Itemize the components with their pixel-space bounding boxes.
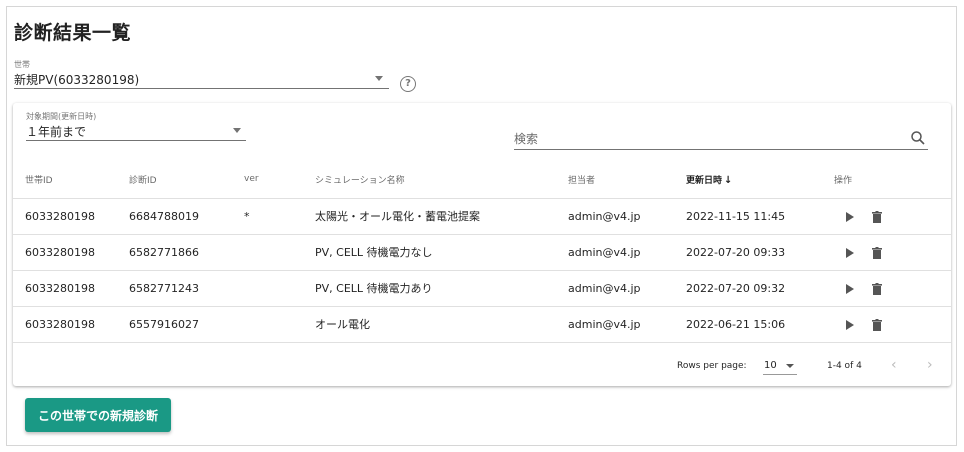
cell-updated: 2022-06-21 15:06: [686, 306, 834, 343]
cell-simulation-name: PV, CELL 待機電力あり: [315, 270, 568, 307]
chevron-left-icon[interactable]: ‹: [891, 357, 897, 373]
table-row[interactable]: 6033280198 6557916027 オール電化 admin@v4.jp …: [13, 306, 951, 343]
search-input[interactable]: 検索: [514, 130, 538, 147]
trash-icon[interactable]: [871, 318, 882, 331]
table-row[interactable]: 6033280198 6684788019 * 太陽光・オール電化・蓄電池提案 …: [13, 198, 951, 235]
cell-household-id: 6033280198: [13, 234, 129, 271]
chevron-down-icon[interactable]: [233, 128, 241, 133]
cell-ver: [244, 306, 315, 343]
search-icon[interactable]: [910, 130, 926, 146]
page-title: 診断結果一覧: [14, 22, 132, 44]
period-select[interactable]: １年前まで: [26, 123, 86, 140]
results-card: 対象期間(更新日時) １年前まで 検索 世帯ID 診断ID ver シミュレーシ…: [13, 103, 951, 386]
cell-updated: 2022-07-20 09:33: [686, 234, 834, 271]
chevron-down-icon[interactable]: [375, 76, 383, 81]
rows-per-page-underline: [763, 374, 797, 375]
cell-household-id: 6033280198: [13, 198, 129, 235]
trash-icon[interactable]: [871, 282, 882, 295]
chevron-down-icon[interactable]: [786, 364, 794, 368]
period-label: 対象期間(更新日時): [26, 112, 97, 121]
column-ver[interactable]: ver: [244, 161, 315, 199]
cell-owner: admin@v4.jp: [568, 234, 686, 271]
cell-owner: admin@v4.jp: [568, 306, 686, 343]
play-icon[interactable]: [846, 211, 854, 222]
cell-owner: admin@v4.jp: [568, 270, 686, 307]
rows-per-page-label: Rows per page:: [677, 361, 747, 371]
rows-per-page-select[interactable]: 10: [764, 360, 777, 371]
cell-actions: [834, 234, 951, 271]
cell-diagnosis-id: 6557916027: [129, 306, 244, 343]
table-row[interactable]: 6033280198 6582771243 PV, CELL 待機電力あり ad…: [13, 270, 951, 307]
column-simulation-name[interactable]: シミュレーション名称: [315, 161, 568, 199]
cell-simulation-name: オール電化: [315, 306, 568, 343]
new-diagnosis-button[interactable]: この世帯での新規診断: [25, 398, 171, 432]
column-actions: 操作: [834, 161, 951, 199]
results-table: 世帯ID 診断ID ver シミュレーション名称 担当者 更新日時 ↓ 操作 60…: [13, 161, 951, 343]
period-underline: [26, 140, 246, 141]
cell-household-id: 6033280198: [13, 306, 129, 343]
column-diagnosis-id[interactable]: 診断ID: [129, 161, 244, 199]
pagination-range: 1-4 of 4: [827, 361, 862, 371]
cell-ver: [244, 234, 315, 271]
cell-simulation-name: 太陽光・オール電化・蓄電池提案: [315, 198, 568, 235]
trash-icon[interactable]: [871, 210, 882, 223]
trash-icon[interactable]: [871, 246, 882, 259]
household-select[interactable]: 新規PV(6033280198): [14, 71, 139, 88]
cell-updated: 2022-07-20 09:32: [686, 270, 834, 307]
chevron-right-icon[interactable]: ›: [927, 357, 933, 373]
table-header-row: 世帯ID 診断ID ver シミュレーション名称 担当者 更新日時 ↓ 操作: [13, 161, 951, 199]
cell-updated: 2022-11-15 11:45: [686, 198, 834, 235]
arrow-down-icon[interactable]: ↓: [724, 175, 732, 186]
cell-owner: admin@v4.jp: [568, 198, 686, 235]
help-icon[interactable]: ?: [400, 76, 416, 92]
column-owner[interactable]: 担当者: [568, 161, 686, 199]
cell-ver: [244, 270, 315, 307]
cell-diagnosis-id: 6684788019: [129, 198, 244, 235]
cell-actions: [834, 306, 951, 343]
cell-household-id: 6033280198: [13, 270, 129, 307]
household-underline: [14, 88, 389, 89]
cell-actions: [834, 270, 951, 307]
cell-actions: [834, 198, 951, 235]
play-icon[interactable]: [846, 283, 854, 294]
table-row[interactable]: 6033280198 6582771866 PV, CELL 待機電力なし ad…: [13, 234, 951, 271]
column-updated[interactable]: 更新日時 ↓: [686, 161, 834, 199]
table-footer: Rows per page: 10 1-4 of 4 ‹ ›: [13, 347, 951, 386]
cell-diagnosis-id: 6582771866: [129, 234, 244, 271]
cell-diagnosis-id: 6582771243: [129, 270, 244, 307]
household-label: 世帯: [14, 60, 30, 69]
play-icon[interactable]: [846, 247, 854, 258]
column-household-id[interactable]: 世帯ID: [13, 161, 129, 199]
column-updated-label: 更新日時: [686, 175, 723, 186]
cell-simulation-name: PV, CELL 待機電力なし: [315, 234, 568, 271]
search-underline: [514, 149, 928, 150]
play-icon[interactable]: [846, 319, 854, 330]
cell-ver: *: [244, 198, 315, 235]
